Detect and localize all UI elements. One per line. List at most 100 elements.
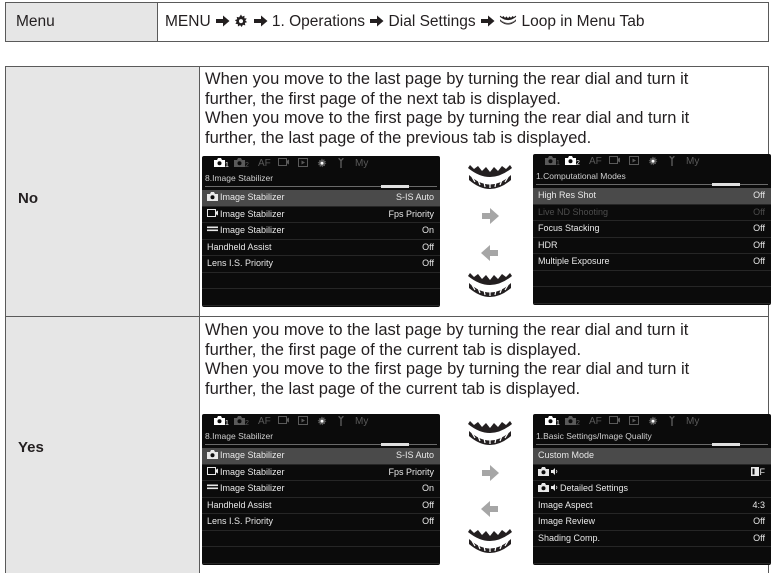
description-line: further, the first page of the next tab … (205, 89, 561, 108)
dial-icon (466, 420, 514, 448)
menu-item-label: Custom Mode (538, 448, 594, 464)
menu-item-text: Image Aspect (538, 499, 593, 510)
menu-item-value-text: 4:3 (752, 499, 765, 510)
camera-sound-icon (538, 481, 558, 497)
playback-icon (629, 156, 639, 167)
menu-item-label: Image Review (538, 514, 595, 530)
camera-icon (214, 416, 225, 427)
menu-tab (629, 156, 639, 167)
menu-item-value: Off (753, 205, 765, 221)
menu-tab-label: My (355, 416, 369, 427)
menu-item-value-text: Off (753, 239, 765, 250)
menu-tab-label: 1 (225, 420, 229, 427)
menu-item-value-text: Off (753, 516, 765, 526)
menu-item: Image Stabilizer Fps Priority (202, 207, 440, 223)
menu-tab (337, 416, 345, 428)
menu-item-label: Image Stabilizer (207, 223, 285, 239)
menu-item-list: Image Stabilizer S-IS Auto Image Stabilize… (202, 190, 440, 306)
menu-item: Live ND Shooting Off (533, 205, 771, 221)
menu-tab: My (686, 416, 699, 427)
menu-item-value-text: On (421, 225, 434, 235)
menu-tab (317, 416, 327, 428)
menu-tab-bar: 1 2 AF My (533, 414, 771, 429)
description-line: When you move to the first page by turni… (205, 109, 690, 127)
menu-item-value-text: Off (422, 516, 434, 526)
camera-menu-screen-before: 1 2 AF My 8.Image Stabilizer Image Stabilizer… (202, 414, 440, 565)
menu-item-value-text: Off (422, 241, 434, 252)
menu-item-value-text: Fps Priority (388, 466, 434, 477)
menu-tab (609, 156, 620, 167)
page-indicator-segment (712, 183, 740, 186)
menu-tab-label: AF (258, 158, 271, 169)
menu-path-segment: MENU (165, 13, 215, 30)
dial-icon (499, 13, 517, 30)
menu-item-value: Off (422, 498, 434, 514)
menu-item-text: Detailed Settings (560, 483, 629, 493)
menu-tab (317, 158, 327, 170)
menu-item-value: S-IS Auto (396, 190, 434, 206)
camera-icon (207, 190, 218, 206)
menu-item-value: S-IS Auto (396, 448, 434, 464)
menu-tab: 2 (565, 416, 580, 427)
menu-item: Image Stabilizer On (202, 223, 440, 240)
menu-item: Image Stabilizer On (202, 481, 440, 498)
menu-item: Detailed Settings (533, 481, 771, 498)
menu-item-text: Live ND Shooting (538, 206, 609, 217)
option-label-cell-no: No (5, 66, 199, 316)
menu-label: Menu (16, 13, 55, 30)
video-icon (207, 207, 218, 223)
menu-path-segment: Dial Settings (384, 13, 480, 30)
menu-item-text: Shading Comp. (538, 532, 601, 543)
menu-item-value: Fps Priority (388, 207, 434, 223)
menu-page-indicator (536, 443, 768, 446)
menu-item-value: On (422, 481, 434, 497)
camera-icon (234, 416, 245, 427)
menu-item: Image Aspect 4:3 (533, 498, 771, 514)
menu-item-value-text: Off (753, 206, 765, 217)
menu-item-value-text: Off (422, 499, 434, 510)
menu-item-value-text: S-IS Auto (395, 192, 434, 202)
menu-item-text: Image Review (538, 516, 596, 526)
menu-item-text: Image Stabilizer (220, 483, 285, 493)
menu-page-title: 1.Basic Settings/Image Quality (536, 431, 652, 441)
menu-tab-label: AF (258, 416, 271, 427)
right-arrow-icon (480, 206, 500, 226)
menu-item: Image Review Off (533, 514, 771, 531)
menu-item-label: Handheld Assist (207, 498, 272, 514)
menu-item-text: Lens I.S. Priority (207, 516, 274, 526)
menu-item-text: Handheld Assist (207, 499, 272, 510)
camera-icon (545, 156, 556, 167)
menu-tab-label: 2 (576, 420, 580, 427)
menu-item-label: Image Aspect (538, 498, 593, 514)
description-line: further, the last page of the previous t… (205, 128, 592, 147)
menu-tab (337, 158, 345, 170)
menu-item-text: Image Stabilizer (220, 208, 285, 219)
menu-item (202, 547, 440, 564)
menu-item-label: Lens I.S. Priority (207, 514, 273, 530)
menu-item: Shading Comp. Off (533, 531, 771, 547)
dial-operation-illustration (466, 420, 518, 560)
menu-tab-label: My (355, 158, 369, 169)
menu-tab: 1 (214, 158, 229, 169)
camera-icon (545, 416, 556, 427)
menu-item-value: Off (753, 221, 765, 237)
menu-tab (298, 158, 308, 169)
right-arrow-icon (215, 13, 230, 30)
menu-item-label (538, 465, 560, 481)
menu-item-text: Multiple Exposure (538, 256, 610, 266)
menu-tab (648, 416, 658, 428)
gear-icon (648, 157, 658, 168)
menu-tab: 2 (565, 156, 580, 167)
camera-icon (565, 156, 576, 167)
menu-tab-label: AF (589, 416, 602, 427)
menu-item-label: Image Stabilizer (207, 190, 285, 206)
menu-item-text: Handheld Assist (207, 241, 272, 252)
wrench-icon (668, 156, 676, 168)
menu-tab (278, 158, 289, 169)
option-description: When you move to the last page by turnin… (205, 321, 765, 399)
bar-icon (207, 481, 218, 497)
camera-icon (234, 158, 245, 169)
menu-tab (609, 416, 620, 427)
dial-icon (466, 528, 514, 556)
menu-item: Lens I.S. Priority Off (202, 514, 440, 531)
